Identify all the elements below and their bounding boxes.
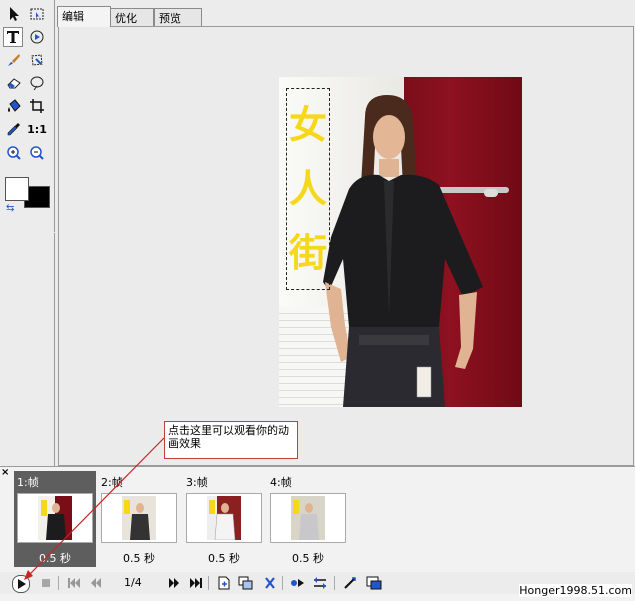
- toolbox: 1:1 ⇆: [0, 0, 55, 232]
- paint-bucket-icon[interactable]: [4, 96, 24, 116]
- zoom-out-icon[interactable]: [27, 143, 47, 163]
- lasso-icon[interactable]: [27, 50, 47, 70]
- shape-tool-icon[interactable]: [27, 27, 47, 47]
- preview-window-icon[interactable]: [366, 575, 382, 591]
- eraser-icon[interactable]: [4, 73, 24, 93]
- tab-preview[interactable]: 预览: [154, 8, 202, 27]
- image-char-1: 女: [288, 102, 327, 147]
- last-frame-icon[interactable]: [188, 575, 204, 591]
- frame-item[interactable]: 4:帧 0.5 秒: [267, 471, 349, 567]
- frame-thumbnail: [17, 493, 93, 543]
- actual-size-icon[interactable]: 1:1: [27, 119, 47, 139]
- reverse-frames-icon[interactable]: [312, 575, 328, 591]
- crop-icon[interactable]: [27, 96, 47, 116]
- ellipse-select-icon[interactable]: [27, 73, 47, 93]
- frame-thumbnail: [270, 493, 346, 543]
- brush-icon[interactable]: [4, 50, 24, 70]
- tab-edit[interactable]: 编辑: [57, 6, 111, 27]
- image-char-3: 街: [288, 230, 327, 275]
- optimize-icon[interactable]: [342, 575, 358, 591]
- text-tool-icon[interactable]: [3, 27, 23, 47]
- close-icon[interactable]: ×: [1, 467, 9, 478]
- image-char-2: 人: [288, 166, 327, 211]
- eyedropper-icon[interactable]: [4, 119, 24, 139]
- left-panel: [0, 233, 55, 466]
- frame-item[interactable]: 3:帧 0.5 秒: [183, 471, 265, 567]
- callout-note: 点击这里可以观看你的动画效果: [164, 421, 298, 459]
- frame-item[interactable]: 2:帧 0.5 秒: [98, 471, 180, 567]
- text-selection-box[interactable]: 女 人 街: [286, 88, 330, 290]
- frame-thumbnail: [186, 493, 262, 543]
- frame-thumbnail: [101, 493, 177, 543]
- foreground-color-swatch[interactable]: [5, 177, 29, 201]
- next-frame-icon[interactable]: [166, 575, 182, 591]
- tab-optimize[interactable]: 优化: [110, 8, 154, 27]
- zoom-in-icon[interactable]: [4, 143, 24, 163]
- tween-frames-icon[interactable]: [290, 575, 306, 591]
- duplicate-frame-icon[interactable]: [238, 575, 254, 591]
- watermark: Honger1998.51.com: [519, 584, 632, 597]
- arrow-pointer-icon[interactable]: [4, 4, 24, 24]
- frame-item[interactable]: 1:帧 0.5 秒: [14, 471, 96, 567]
- new-frame-icon[interactable]: [216, 575, 232, 591]
- delete-frame-icon[interactable]: [262, 575, 278, 591]
- select-slice-icon[interactable]: [27, 4, 47, 24]
- swap-colors-icon[interactable]: ⇆: [6, 203, 14, 214]
